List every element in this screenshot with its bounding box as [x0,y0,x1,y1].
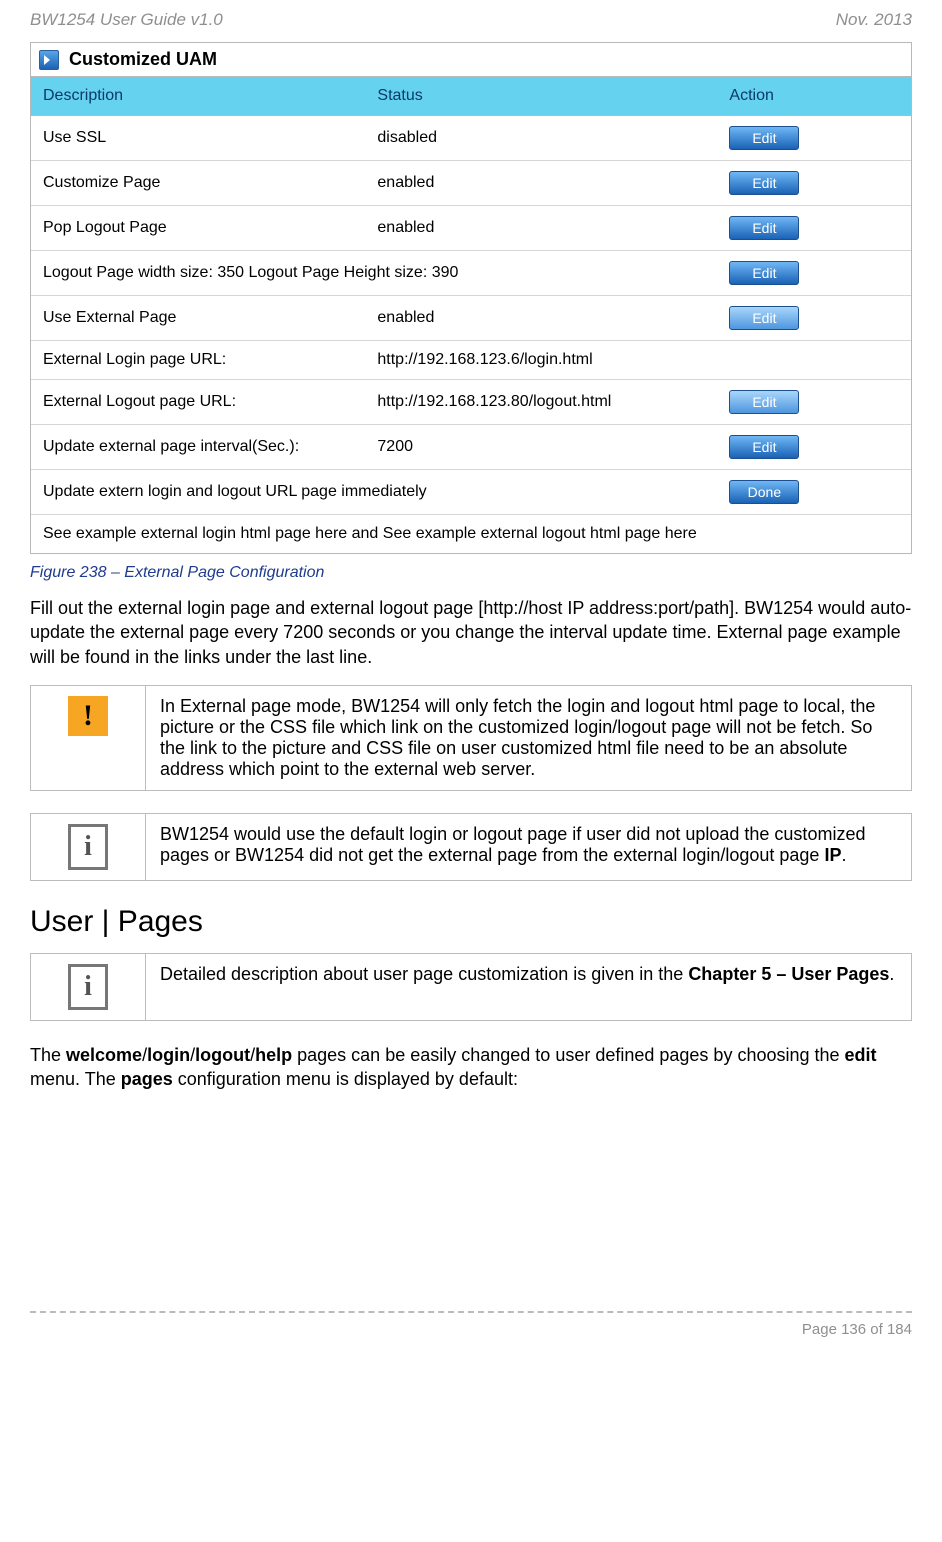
edit-button[interactable]: Edit [729,126,799,150]
cell-desc: Use SSL [31,116,365,161]
cell-status: http://192.168.123.6/login.html [365,341,717,380]
warning-note: ! In External page mode, BW1254 will onl… [30,685,912,791]
cell-desc: Update extern login and logout URL page … [31,470,717,515]
cell-desc: External Logout page URL: [31,380,365,425]
table-row: External Logout page URL: http://192.168… [31,380,911,425]
figure-caption: Figure 238 – External Page Configuration [30,564,912,582]
table-row: External Login page URL: http://192.168.… [31,341,911,380]
page-header: BW1254 User Guide v1.0 Nov. 2013 [30,0,912,42]
table-row: Use SSL disabled Edit [31,116,911,161]
table-header-row: Description Status Action [31,77,911,116]
info-note: i Detailed description about user page c… [30,953,912,1021]
col-status: Status [365,77,717,116]
note-text: Detailed description about user page cus… [146,953,912,1020]
info-icon: i [68,964,108,1010]
doc-title: BW1254 User Guide v1.0 [30,10,223,30]
arrow-right-icon [39,50,59,70]
table-row: Update extern login and logout URL page … [31,470,911,515]
table-row: Logout Page width size: 350 Logout Page … [31,251,911,296]
col-action: Action [717,77,911,116]
table-row: Pop Logout Page enabled Edit [31,206,911,251]
paragraph: The welcome/login/logout/help pages can … [30,1043,912,1092]
table-row: Update external page interval(Sec.): 720… [31,425,911,470]
table-row: See example external login html page her… [31,515,911,554]
info-icon: i [68,824,108,870]
table-row: Use External Page enabled Edit [31,296,911,341]
edit-button[interactable]: Edit [729,306,799,330]
cell-desc: Customize Page [31,161,365,206]
doc-date: Nov. 2013 [836,10,912,30]
panel-title-bar: Customized UAM [31,43,911,77]
cell-status: http://192.168.123.80/logout.html [365,380,717,425]
cell-status: 7200 [365,425,717,470]
warning-icon: ! [68,696,108,736]
customized-uam-panel: Customized UAM Description Status Action… [30,42,912,554]
cell-status: enabled [365,206,717,251]
note-text: In External page mode, BW1254 will only … [146,685,912,790]
edit-button[interactable]: Edit [729,435,799,459]
cell-desc: Pop Logout Page [31,206,365,251]
edit-button[interactable]: Edit [729,390,799,414]
page-footer: Page 136 of 184 [30,1313,912,1354]
panel-title-text: Customized UAM [69,49,217,70]
edit-button[interactable]: Edit [729,261,799,285]
edit-button[interactable]: Edit [729,216,799,240]
cell-status: enabled [365,296,717,341]
note-text: BW1254 would use the default login or lo… [146,813,912,880]
col-description: Description [31,77,365,116]
uam-table: Description Status Action Use SSL disabl… [31,77,911,553]
edit-button[interactable]: Edit [729,171,799,195]
cell-desc: Use External Page [31,296,365,341]
section-heading: User | Pages [30,905,912,939]
cell-desc: See example external login html page her… [31,515,911,554]
paragraph: Fill out the external login page and ext… [30,596,912,669]
table-row: Customize Page enabled Edit [31,161,911,206]
info-note: i BW1254 would use the default login or … [30,813,912,881]
cell-status: disabled [365,116,717,161]
cell-status: enabled [365,161,717,206]
done-button[interactable]: Done [729,480,799,504]
cell-desc: Logout Page width size: 350 Logout Page … [31,251,717,296]
cell-desc: Update external page interval(Sec.): [31,425,365,470]
cell-desc: External Login page URL: [31,341,365,380]
